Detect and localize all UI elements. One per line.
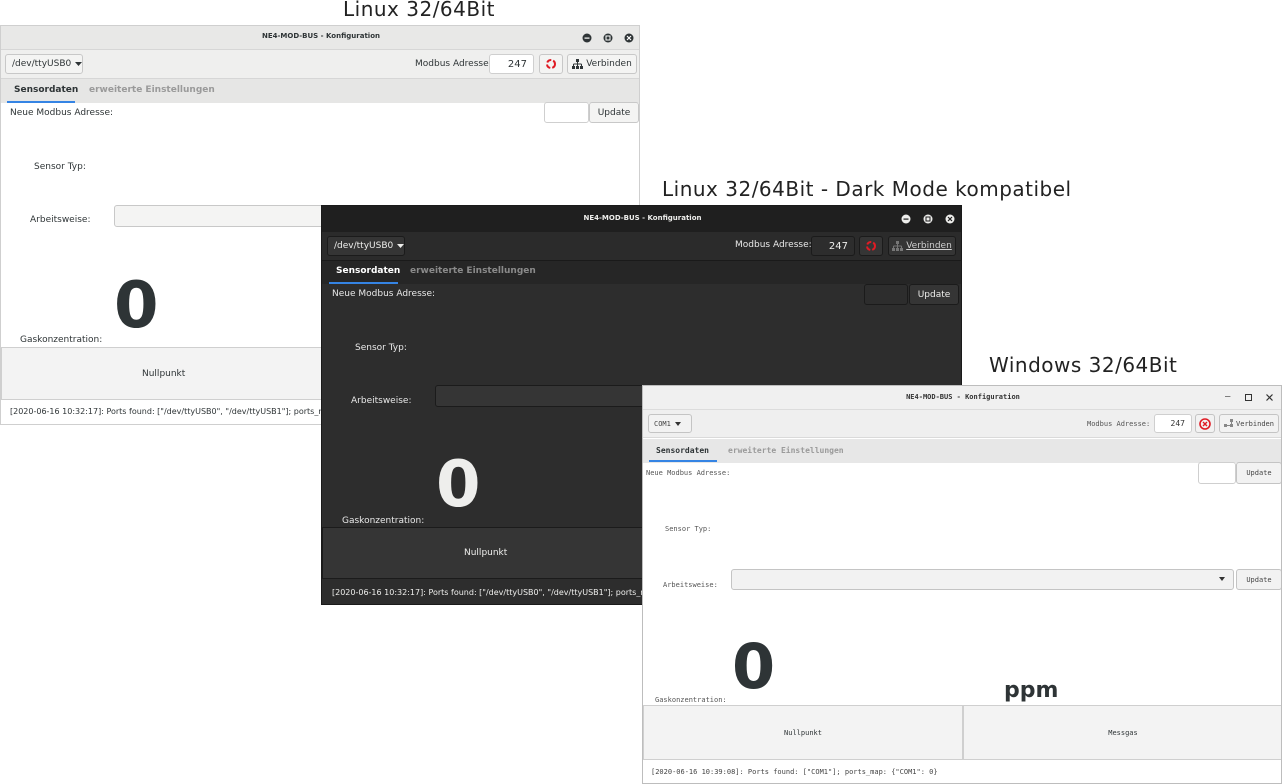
sensor-type-label: Sensor Typ: [665,525,712,533]
gas-value: 0 [732,630,776,703]
connect-label: Verbinden [906,241,952,251]
new-address-input[interactable] [1198,462,1236,484]
maximize-icon[interactable] [922,213,934,225]
mode-combobox[interactable] [731,569,1234,590]
gas-value: 0 [114,269,159,343]
recycle-icon [545,58,557,70]
maximize-icon[interactable] [602,32,614,44]
connect-label: Verbinden [586,59,632,69]
gas-label: Gaskonzentration: [20,335,103,345]
sensor-type-label: Sensor Typ: [355,343,407,353]
update-button[interactable]: Update [1236,462,1281,484]
recycle-icon [865,240,877,252]
maximize-icon[interactable] [1245,394,1252,401]
update-button[interactable]: Update [909,284,959,305]
caption-dark-mode: Linux 32/64Bit - Dark Mode kompatibel [662,177,1072,201]
port-select[interactable]: COM1 [648,414,692,433]
minimize-icon[interactable] [581,32,593,44]
modbus-address-label: Modbus Adresse: [1087,420,1151,428]
caption-windows: Windows 32/64Bit [989,353,1178,377]
reload-button[interactable] [1195,414,1215,433]
chevron-down-icon [397,243,405,249]
new-address-input[interactable] [864,284,908,305]
connect-button[interactable]: Verbinden [1219,414,1279,433]
connect-button[interactable]: Verbinden [888,236,956,256]
zero-button[interactable]: Nullpunkt [643,705,963,760]
close-icon[interactable] [1266,394,1273,401]
network-icon [1224,419,1234,428]
modbus-address-label: Modbus Adresse: [415,59,492,69]
tab-sensordaten[interactable]: Sensordaten [656,446,709,455]
reload-button[interactable] [539,54,563,74]
sensor-type-label: Sensor Typ: [34,162,86,172]
port-select[interactable]: /dev/ttyUSB0 [327,236,405,256]
network-icon [892,241,904,251]
mode-label: Arbeitsweise: [663,581,718,589]
minimize-icon[interactable]: – [1225,392,1230,402]
tab-erweiterte-einstellungen[interactable]: erweiterte Einstellungen [410,266,536,276]
mode-update-button[interactable]: Update [1236,569,1281,590]
port-select-value: COM1 [654,419,671,428]
measure-gas-button[interactable]: Messgas [963,705,1281,760]
tab-sensordaten[interactable]: Sensordaten [336,266,400,276]
cancel-circle-icon [1199,417,1211,430]
close-icon[interactable] [623,32,635,44]
modbus-address-input[interactable]: 247 [489,54,534,74]
reload-button[interactable] [859,236,883,256]
mode-label: Arbeitsweise: [351,396,412,406]
window-title: NE4-MOD-BUS - Konfiguration [906,393,1020,401]
close-icon[interactable] [944,213,956,225]
status-bar: [2020-06-16 10:39:08]: Ports found: ["CO… [651,768,938,776]
new-address-input[interactable] [544,102,589,123]
active-tab-indicator [649,460,717,462]
active-tab-indicator [7,101,75,103]
caption-linux: Linux 32/64Bit [343,0,495,21]
gas-value: 0 [436,448,481,522]
gas-unit: ppm [1004,678,1059,703]
port-select-value: /dev/ttyUSB0 [12,59,72,69]
tab-erweiterte-einstellungen[interactable]: erweiterte Einstellungen [728,446,844,455]
active-tab-indicator [329,282,398,284]
chevron-down-icon [75,61,83,67]
update-button[interactable]: Update [589,102,639,123]
modbus-address-input[interactable]: 247 [811,236,855,256]
new-address-label: Neue Modbus Adresse: [332,289,436,299]
tab-erweiterte-einstellungen[interactable]: erweiterte Einstellungen [89,85,215,95]
connect-button[interactable]: Verbinden [567,54,637,74]
port-select[interactable]: /dev/ttyUSB0 [5,54,83,74]
window-title: NE4-MOD-BUS - Konfiguration [261,32,380,40]
gas-label: Gaskonzentration: [655,696,727,704]
network-icon [572,59,584,69]
new-address-label: Neue Modbus Adresse: [10,108,114,118]
gas-label: Gaskonzentration: [342,516,425,526]
new-address-label: Neue Modbus Adresse: [646,469,731,477]
mode-label: Arbeitsweise: [30,215,91,225]
tab-sensordaten[interactable]: Sensordaten [14,85,78,95]
connect-label: Verbinden [1236,419,1274,428]
modbus-address-label: Modbus Adresse: [735,240,812,250]
port-select-value: /dev/ttyUSB0 [334,241,394,251]
chevron-down-icon [674,421,681,426]
modbus-address-input[interactable]: 247 [1154,414,1192,433]
windows-window: NE4-MOD-BUS - Konfiguration – COM1 Modbu… [642,385,1282,784]
minimize-icon[interactable] [900,213,912,225]
window-title: NE4-MOD-BUS - Konfiguration [583,214,702,222]
chevron-down-icon [1219,577,1225,581]
